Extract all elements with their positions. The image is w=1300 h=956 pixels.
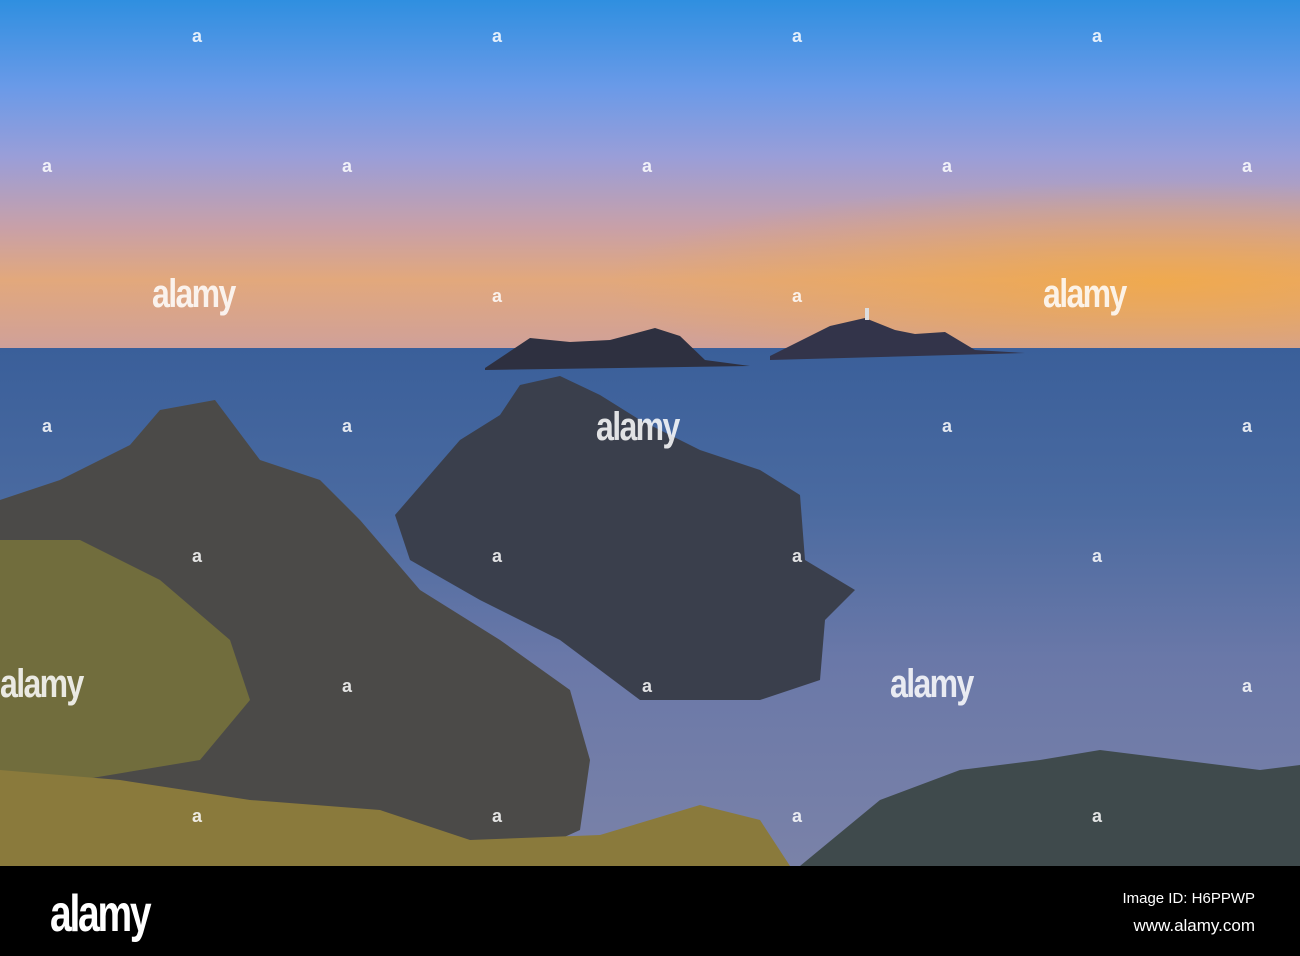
watermark-mark: a xyxy=(792,286,803,306)
watermark-mark: a xyxy=(492,286,503,306)
watermark-mark: a xyxy=(42,156,53,176)
photo: alamy alamy alamy alamy alamy a a a a a … xyxy=(0,0,1300,866)
watermark-mark: a xyxy=(1242,156,1253,176)
island-left xyxy=(485,328,750,370)
lighthouse xyxy=(865,308,869,320)
watermark-mark: a xyxy=(792,26,803,46)
watermark-mark: a xyxy=(942,156,953,176)
watermark-mark: a xyxy=(792,546,803,566)
watermark-mark: a xyxy=(642,156,653,176)
footer-bar: alamy Image ID: H6PPWP www.alamy.com xyxy=(0,866,1300,956)
watermark: alamy xyxy=(152,272,236,316)
watermark-mark: a xyxy=(492,546,503,566)
watermark-mark: a xyxy=(492,806,503,826)
image-id: Image ID: H6PPWP xyxy=(1122,890,1255,907)
watermark-mark: a xyxy=(192,26,203,46)
watermark-mark: a xyxy=(42,416,53,436)
watermark-mark: a xyxy=(1092,26,1103,46)
watermark-mark: a xyxy=(942,416,953,436)
alamy-logo: alamy xyxy=(50,885,152,943)
watermark-mark: a xyxy=(192,806,203,826)
site-url: www.alamy.com xyxy=(1133,916,1255,935)
watermark-mark: a xyxy=(342,676,353,696)
watermark-mark: a xyxy=(1242,416,1253,436)
watermark: alamy xyxy=(1043,272,1127,316)
watermark-mark: a xyxy=(642,676,653,696)
watermark-mark: a xyxy=(1092,806,1103,826)
watermark-mark: a xyxy=(192,546,203,566)
watermark-mark: a xyxy=(792,806,803,826)
island-right xyxy=(770,318,1025,360)
watermark-mark: a xyxy=(492,26,503,46)
rocks-right xyxy=(800,750,1300,866)
watermark: alamy xyxy=(890,662,974,706)
watermark: alamy xyxy=(596,405,680,449)
watermark-mark: a xyxy=(1092,546,1103,566)
watermark-mark: a xyxy=(342,156,353,176)
watermark: alamy xyxy=(0,662,84,706)
watermark-mark: a xyxy=(342,416,353,436)
watermark-mark: a xyxy=(1242,676,1253,696)
